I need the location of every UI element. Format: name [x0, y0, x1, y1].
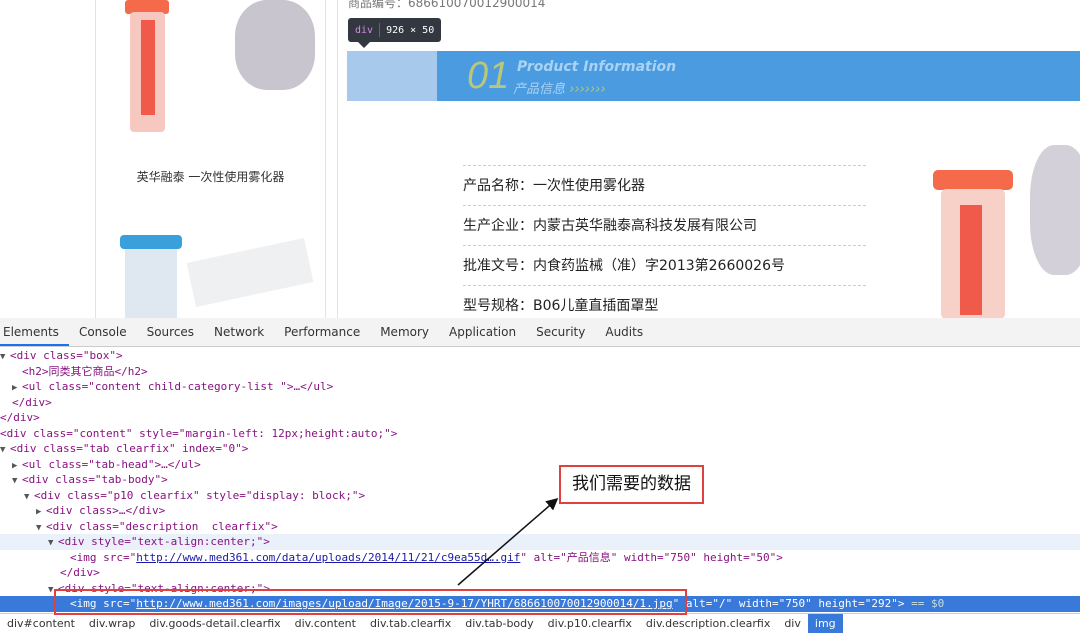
annotation-note: 我们需要的数据: [559, 465, 704, 504]
product-info-banner: 01 Product Information 产品信息 ›››››››: [347, 51, 1080, 101]
breadcrumb: div#content div.wrap div.goods-detail.cl…: [0, 613, 1080, 633]
info-product-name: 产品名称：一次性使用雾化器: [463, 165, 866, 205]
dom-node[interactable]: ▼ <div class="box">: [0, 348, 1080, 364]
breadcrumb-item[interactable]: div: [777, 614, 808, 633]
dom-node[interactable]: </div>: [0, 410, 1080, 426]
product-caption[interactable]: 英华融泰 一次性使用雾化器: [95, 168, 326, 185]
image-link[interactable]: http://www.med361.com/data/uploads/2014/…: [136, 551, 520, 564]
tooltip-tag: div: [355, 24, 374, 36]
dom-node[interactable]: <img src="http://www.med361.com/data/upl…: [0, 550, 1080, 566]
tooltip-size: 926 × 50: [386, 24, 435, 36]
product-image-blue-nebulizer[interactable]: [110, 235, 320, 318]
breadcrumb-item[interactable]: div.content: [288, 614, 363, 633]
tab-memory[interactable]: Memory: [370, 318, 439, 346]
tab-sources[interactable]: Sources: [137, 318, 204, 346]
dom-tree: ▼ <div class="box"> <h2>同类其它商品</h2> ▶ <ul …: [0, 348, 1080, 612]
devtools-tabs: Elements Console Sources Network Perform…: [0, 318, 1080, 347]
dom-node[interactable]: ▶ <div class>…</div>: [0, 503, 1080, 519]
banner-title-zh: 产品信息 ›››››››: [513, 82, 606, 97]
product-image-nebulizer[interactable]: [105, 0, 320, 150]
banner-number: 01: [467, 55, 510, 97]
info-approval-number: 批准文号：内食药监械（准）字2013第2660026号: [463, 245, 866, 285]
breadcrumb-item-active[interactable]: img: [807, 614, 843, 633]
dom-node[interactable]: ▼ <div class="description clearfix">: [0, 519, 1080, 535]
dom-node[interactable]: ▼ <div class="tab-body">: [0, 472, 1080, 488]
breadcrumb-item[interactable]: div.tab.clearfix: [363, 614, 458, 633]
banner-title-en: Product Information: [517, 59, 677, 75]
dom-node[interactable]: ▶ <ul class="tab-head">…</ul>: [0, 457, 1080, 473]
tab-performance[interactable]: Performance: [274, 318, 370, 346]
info-model: 型号规格：B06儿童直插面罩型: [463, 285, 866, 318]
dom-node-hovered[interactable]: ▼ <div style="text-align:center;">: [0, 534, 1080, 550]
info-manufacturer: 生产企业：内蒙古英华融泰高科技发展有限公司: [463, 205, 866, 245]
tab-network[interactable]: Network: [204, 318, 274, 346]
dom-node[interactable]: <div class="content" style="margin-left:…: [0, 426, 1080, 442]
highlight-box: [54, 589, 687, 615]
breadcrumb-item[interactable]: div.tab-body: [458, 614, 540, 633]
tab-audits[interactable]: Audits: [595, 318, 653, 346]
dom-node[interactable]: <h2>同类其它商品</h2>: [0, 364, 1080, 380]
web-page: 英华融泰 一次性使用雾化器 商品编号：686610070012900014 di…: [0, 0, 1080, 318]
tab-security[interactable]: Security: [526, 318, 595, 346]
dom-node[interactable]: ▶ <ul class="content child-category-list …: [0, 379, 1080, 395]
breadcrumb-item[interactable]: div#content: [0, 614, 82, 633]
dom-node[interactable]: ▼ <div class="p10 clearfix" style="displa…: [0, 488, 1080, 504]
breadcrumb-item[interactable]: div.description.clearfix: [639, 614, 777, 633]
tab-application[interactable]: Application: [439, 318, 526, 346]
breadcrumb-item[interactable]: div.wrap: [82, 614, 142, 633]
tab-elements[interactable]: Elements: [0, 318, 69, 346]
tab-console[interactable]: Console: [69, 318, 137, 346]
dom-node[interactable]: ▼ <div class="tab clearfix" index="0">: [0, 441, 1080, 457]
breadcrumb-item[interactable]: div.p10.clearfix: [541, 614, 639, 633]
dom-node[interactable]: </div>: [0, 565, 1080, 581]
breadcrumb-item[interactable]: div.goods-detail.clearfix: [142, 614, 287, 633]
dom-node[interactable]: </div>: [0, 395, 1080, 411]
product-image-large: [915, 145, 1080, 318]
product-code: 商品编号：686610070012900014: [348, 0, 546, 10]
divider: [337, 0, 338, 318]
element-size-tooltip: div 926 × 50: [348, 18, 442, 48]
